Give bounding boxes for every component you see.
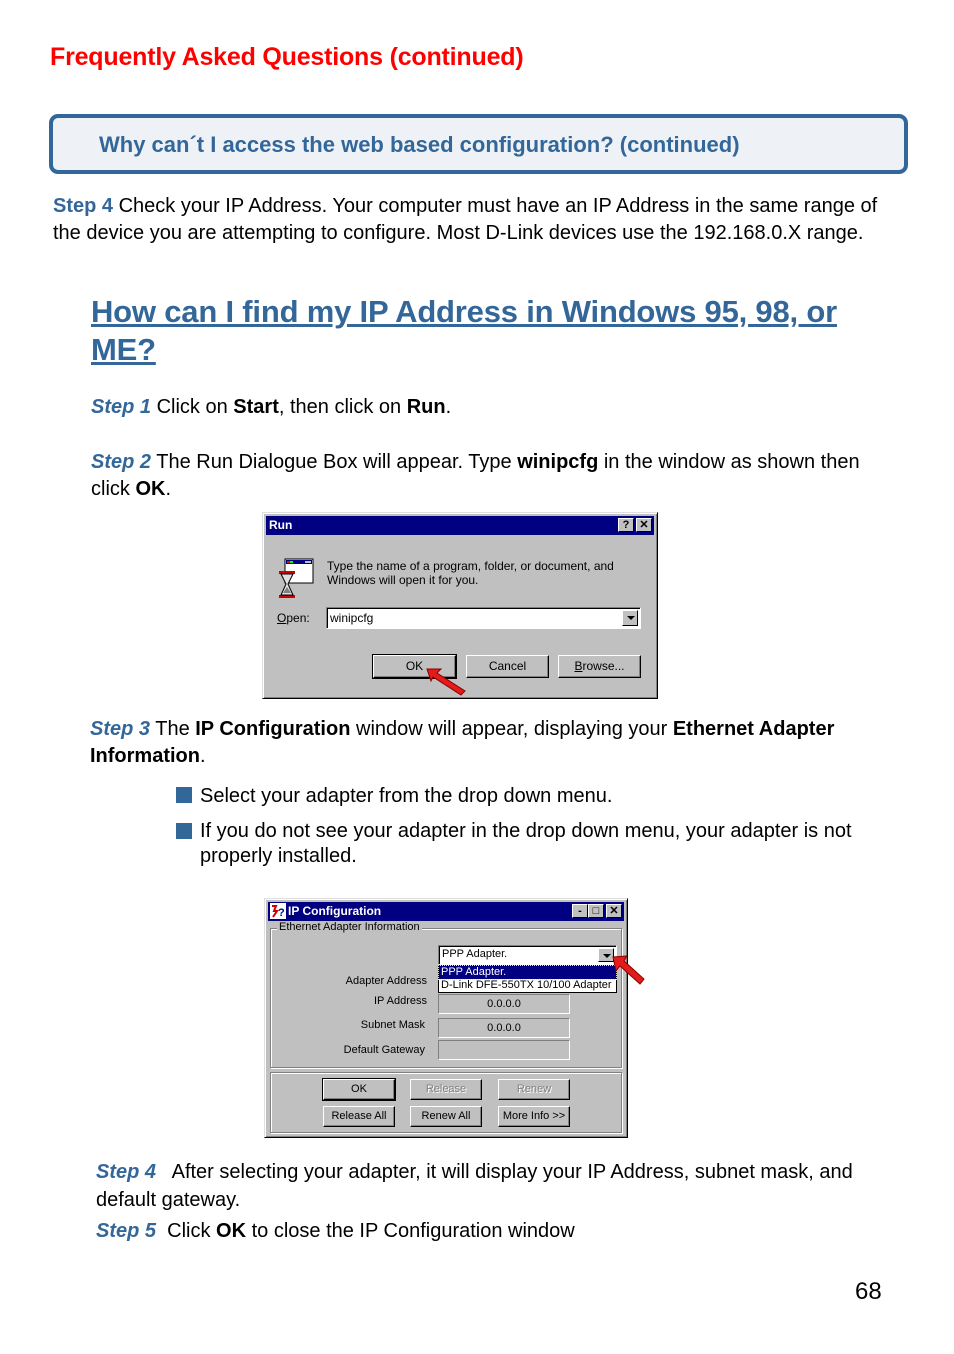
open-label-accel: O [277,611,287,625]
open-input-value[interactable]: winipcfg [330,611,373,625]
renew-button[interactable]: Renew [498,1079,570,1100]
run-description: Type the name of a program, folder, or d… [327,559,614,587]
bullet-text: Select your adapter from the drop down m… [200,785,613,807]
step-text: . [165,478,172,500]
red-pointer-arrow-icon [612,955,645,985]
close-icon[interactable]: ✕ [606,904,622,918]
ipconfig-title: IP Configuration [288,904,382,918]
adapter-address-label: Adapter Address [345,975,427,987]
close-icon[interactable]: ✕ [636,518,652,532]
bullet-square-icon [176,787,192,803]
winipcfg-keyword: winipcfg [517,451,599,473]
step-text: The Run Dialogue Box will appear. Type [151,451,518,473]
run-titlebar: Run ? ✕ [266,516,654,535]
bullet-item: If you do not see your adapter in the dr… [176,819,911,869]
red-pointer-arrow-icon [426,668,466,696]
run-cancel-button[interactable]: Cancel [466,655,549,678]
renew-all-button[interactable]: Renew All [410,1106,482,1127]
step-text: Click on [151,396,234,418]
group-label: Ethernet Adapter Information [277,921,422,933]
step-label: Step 4 [96,1161,157,1183]
step-text: . [200,745,206,767]
browse-label: rowse... [582,659,625,673]
ok-keyword: OK [135,478,166,500]
run-description-line1: Type the name of a program, folder, or d… [327,559,614,573]
step-text: . [445,396,452,418]
ip-address-label: IP Address [374,995,427,1007]
run-browse-button[interactable]: Browse... [558,655,641,678]
step-label: Step 5 [96,1220,157,1242]
ok-keyword: OK [216,1220,247,1242]
step-label: Step 4 [53,195,114,217]
ip-address-heading-link[interactable]: How can I find my IP Address in Windows … [91,293,891,369]
run-title: Run [269,518,293,532]
adapter-select[interactable]: PPP Adapter. [438,945,617,965]
step-1: Step 1 Click on Start, then click on Run… [91,394,891,421]
subnet-mask-label: Subnet Mask [360,1019,425,1031]
step-text: Click [156,1220,217,1242]
minimize-icon[interactable]: ‑ [572,904,588,918]
step-text: window will appear, displaying your [350,718,673,740]
bullet-item: Select your adapter from the drop down m… [176,783,916,810]
default-gateway-field [438,1040,570,1060]
dropdown-option[interactable]: D-Link DFE-550TX 10/100 Adapter [439,979,616,992]
ip-configuration-keyword: IP Configuration [195,718,351,740]
step-text: The [150,718,196,740]
page-number: 68 [855,1278,882,1305]
ip-configuration-dialog: ? IP Configuration ‑ □ ✕ Ethernet Adapte… [264,898,645,1138]
release-button[interactable]: Release [410,1079,482,1100]
question-box: Why can´t I access the web based configu… [49,114,908,174]
start-keyword: Start [233,396,279,418]
run-program-icon [279,558,314,598]
dropdown-option-selected[interactable]: PPP Adapter. [438,965,617,980]
step-3: Step 3 The IP Configuration window will … [90,716,890,770]
subnet-mask-field: 0.0.0.0 [438,1018,570,1038]
intro-step-paragraph: Step 4 Check your IP Address. Your compu… [53,193,903,247]
adapter-select-value[interactable]: PPP Adapter. [442,948,507,960]
release-all-button[interactable]: Release All [323,1106,395,1127]
run-keyword: Run [406,396,446,418]
adapter-dropdown-list: PPP Adapter. D-Link DFE-550TX 10/100 Ada… [438,965,617,993]
open-dropdown-arrow-icon[interactable] [622,610,638,626]
ipconfig-titlebar: ? IP Configuration ‑ □ ✕ [268,902,624,921]
browse-accel: B [574,659,583,673]
step-4: Step 4 After selecting your adapter, it … [96,1158,886,1214]
maximize-icon[interactable]: □ [588,904,604,918]
step-text: Check your IP Address. Your computer mus… [53,195,878,244]
step-text: After selecting your adapter, it will di… [96,1161,859,1211]
step-text: to close the IP Configuration window [246,1220,575,1242]
more-info-button[interactable]: More Info >> [498,1106,570,1127]
step-5: Step 5 Click OK to close the IP Configur… [96,1218,886,1245]
run-description-line2: Windows will open it for you. [327,573,479,587]
step-label: Step 3 [90,718,151,740]
ipconfig-ok-button[interactable]: OK [322,1078,396,1101]
question-box-text: Why can´t I access the web based configu… [99,132,740,157]
open-label: Open: [277,611,310,625]
run-dialog: Run ? ✕ Type the name of a program, fold… [262,512,658,699]
bullet-text: If you do not see your adapter in the dr… [200,820,852,867]
default-gateway-label: Default Gateway [343,1044,425,1056]
ip-address-field: 0.0.0.0 [438,994,570,1014]
step-label: Step 2 [91,451,152,473]
open-label-text: pen: [286,611,310,625]
bullet-square-icon [176,823,192,839]
step-text: , then click on [278,396,407,418]
step-2: Step 2 The Run Dialogue Box will appear.… [91,449,881,503]
open-combobox[interactable]: winipcfg [326,607,641,629]
help-icon[interactable]: ? [618,518,634,532]
step-label: Step 1 [91,396,152,418]
ipconfig-app-icon: ? [270,903,286,919]
svg-text:?: ? [278,907,285,919]
section-title: Frequently Asked Questions (continued) [50,43,524,71]
